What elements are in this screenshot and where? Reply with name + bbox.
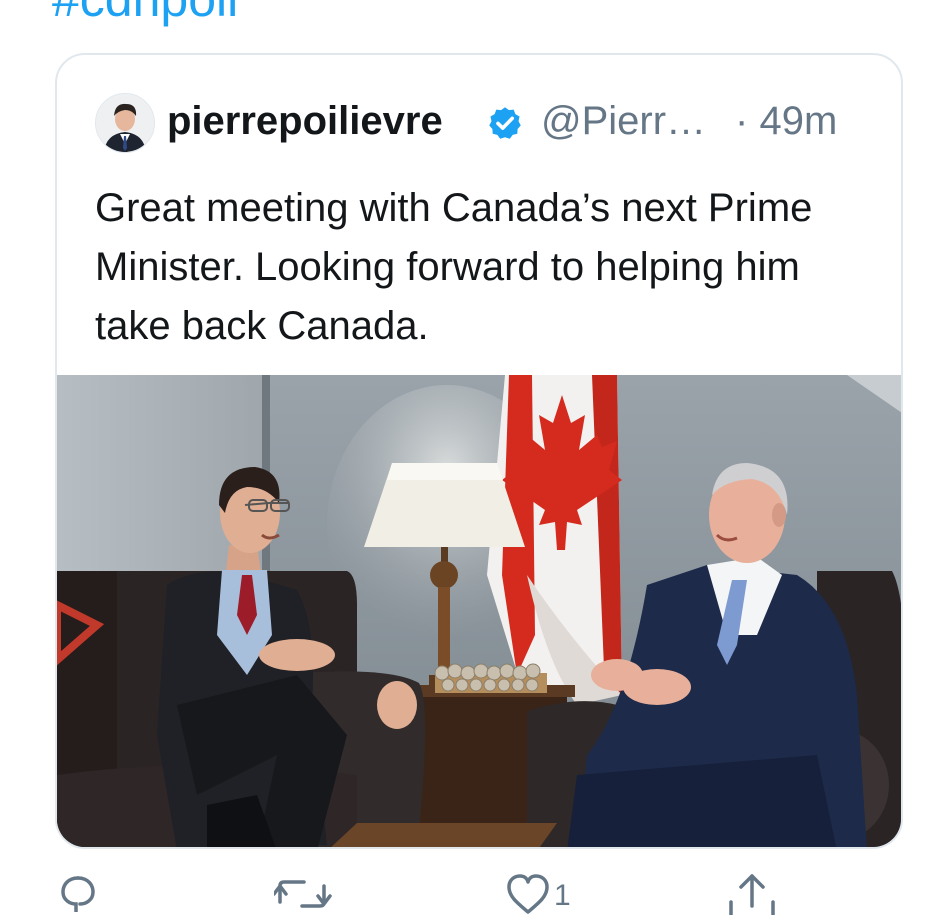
reply-icon — [61, 876, 95, 912]
heart-icon — [507, 874, 549, 914]
tweet-actions-bar: 1 — [0, 872, 950, 915]
like-button[interactable]: 1 — [506, 872, 571, 915]
share-button[interactable] — [727, 872, 777, 915]
hashtag-link[interactable]: #cdnpoli — [52, 0, 238, 24]
verified-badge-icon — [489, 107, 521, 139]
time-value: 49m — [759, 99, 838, 143]
avatar-photo — [96, 94, 154, 152]
retweet-icon — [274, 880, 332, 908]
retweet-button[interactable] — [274, 872, 334, 915]
reply-button[interactable] — [58, 872, 98, 915]
avatar[interactable] — [95, 93, 155, 153]
tweet-photo[interactable] — [57, 375, 903, 849]
time-separator: · — [735, 99, 749, 143]
share-icon — [729, 874, 775, 915]
author-display-name[interactable]: pierrepoilievre — [167, 99, 443, 144]
tweet-timestamp[interactable]: · 49m — [735, 99, 837, 144]
quoted-tweet-card[interactable]: pierrepoilievre @Pierr… · 49m Great meet… — [55, 53, 903, 849]
tweet-text: Great meeting with Canada’s next Prime M… — [95, 186, 813, 348]
author-handle[interactable]: @Pierr… — [541, 99, 706, 144]
like-count: 1 — [554, 879, 571, 912]
